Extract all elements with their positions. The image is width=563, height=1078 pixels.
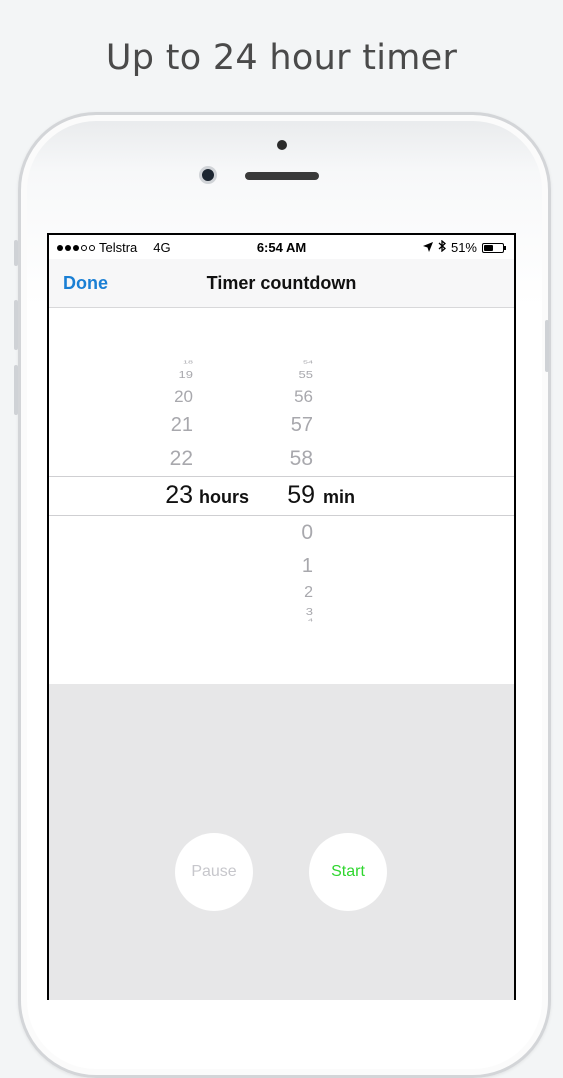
picker-value: 55 [298, 368, 313, 381]
bluetooth-icon [438, 239, 446, 255]
nav-title: Timer countdown [206, 273, 357, 293]
volume-button-up [14, 300, 18, 350]
picker-value: 54 [302, 359, 313, 365]
start-button[interactable]: Start [309, 833, 387, 911]
hours-unit-label: hours [199, 487, 250, 507]
selected-hours: 23 [165, 481, 193, 509]
power-button [545, 320, 549, 372]
time-picker[interactable]: 18 19 20 21 22 23 hours 54 55 56 57 58 5… [49, 308, 514, 684]
picker-value: 21 [170, 414, 193, 436]
volume-button-down [14, 365, 18, 415]
picker-value: 57 [290, 414, 313, 436]
status-bar: Telstra 4G 6:54 AM 51% [49, 235, 514, 259]
location-arrow-icon [422, 240, 433, 255]
selected-minutes: 59 [287, 481, 315, 509]
status-right: 51% [422, 239, 506, 255]
picker-value: 0 [301, 521, 313, 544]
mute-switch [14, 240, 18, 266]
picker-value: 58 [289, 447, 313, 470]
app-view: Telstra 4G 6:54 AM 51% Done Timer countd… [49, 235, 514, 1000]
earpiece-speaker [245, 172, 319, 180]
navigation-bar: Done Timer countdown [49, 259, 514, 308]
picker-value: 2 [304, 584, 313, 601]
marketing-headline: Up to 24 hour timer [105, 38, 458, 78]
picker-value: 1 [301, 555, 313, 577]
picker-value: 20 [174, 387, 193, 406]
battery-icon [482, 242, 506, 253]
picker-value: 3 [305, 605, 313, 618]
controls-panel: Pause Start [49, 684, 514, 1000]
front-camera [199, 166, 217, 184]
picker-value: 18 [182, 359, 193, 365]
picker-value: 22 [169, 447, 193, 470]
minutes-unit-label: min [323, 487, 356, 507]
picker-value: 19 [178, 368, 193, 381]
picker-value: 56 [294, 387, 313, 406]
picker-value: 4 [307, 617, 313, 623]
phone-screen: Telstra 4G 6:54 AM 51% Done Timer countd… [47, 233, 516, 1000]
pause-button[interactable]: Pause [175, 833, 253, 911]
battery-percent: 51% [450, 240, 477, 255]
proximity-sensor [277, 140, 287, 150]
